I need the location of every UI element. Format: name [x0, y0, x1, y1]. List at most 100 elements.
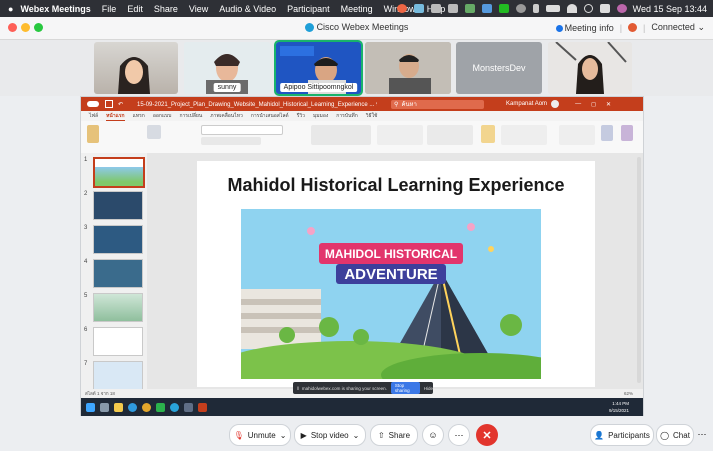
- slide-thumbnail[interactable]: [93, 361, 143, 390]
- menu-share[interactable]: Share: [154, 4, 178, 14]
- menu-file[interactable]: File: [102, 4, 117, 14]
- apple-icon[interactable]: ●: [8, 4, 13, 14]
- line-app-icon[interactable]: [156, 403, 165, 412]
- stop-video-button[interactable]: ▶ Stop video ⌄: [294, 424, 366, 446]
- close-icon[interactable]: ✕: [606, 101, 611, 108]
- participants-button[interactable]: 👤 Participants: [590, 424, 654, 446]
- ribbon-tab[interactable]: ไฟล์: [89, 112, 98, 120]
- autosave-toggle[interactable]: [87, 101, 99, 107]
- menu-audio-video[interactable]: Audio & Video: [219, 4, 276, 14]
- ppt-search-box[interactable]: ⚲ ค้นหา: [391, 99, 485, 109]
- ribbon-tab[interactable]: มุมมอง: [313, 112, 328, 120]
- slide-thumbnail[interactable]: [93, 327, 143, 356]
- zoom-level[interactable]: 62%: [624, 391, 633, 396]
- webex-assistant-icon[interactable]: [628, 23, 638, 32]
- menu-participant[interactable]: Participant: [287, 4, 330, 14]
- minimize-icon[interactable]: —: [575, 101, 581, 107]
- slide-thumbnail[interactable]: [93, 259, 143, 288]
- menu-meeting[interactable]: Meeting: [341, 4, 373, 14]
- clock-icon[interactable]: [515, 4, 526, 13]
- menu-view[interactable]: View: [189, 4, 208, 14]
- slide-thumbnail[interactable]: [93, 191, 143, 220]
- font-box[interactable]: [201, 125, 283, 135]
- meeting-controls: 🎙 Unmute ⌄ ▶ Stop video ⌄ ⇧ Share ☺ ⋯ ✕ 👤 Part…: [0, 416, 713, 451]
- ribbon-tab[interactable]: การนำเสนอสไลด์: [251, 112, 289, 120]
- slide-thumbnail[interactable]: [93, 293, 143, 322]
- reactions-button[interactable]: ☺: [422, 424, 444, 446]
- chat-button[interactable]: ◯ Chat: [656, 424, 694, 446]
- slide-thumbnail-selected[interactable]: [93, 157, 145, 188]
- participant-tile[interactable]: [94, 42, 178, 94]
- hide-share-bar-button[interactable]: Hide: [424, 386, 433, 391]
- slide-thumbnail[interactable]: [93, 225, 143, 254]
- webex-status-icon[interactable]: [413, 4, 424, 13]
- ppt-filename[interactable]: 15-09-2021_Project_Plan_Drawing_Website_…: [137, 99, 377, 109]
- record-icon[interactable]: [396, 4, 407, 13]
- arrange-icon[interactable]: [481, 125, 495, 143]
- current-slide[interactable]: Mahidol Historical Learning Experience M…: [197, 161, 595, 387]
- menu-clock[interactable]: Wed 15 Sep 13:44: [633, 4, 707, 14]
- ribbon-tab[interactable]: การเปลี่ยน: [179, 112, 202, 120]
- taskbar-clock[interactable]: 1:44 PM 9/15/2021: [609, 400, 629, 414]
- siri-icon[interactable]: [616, 4, 627, 13]
- ribbon-tab[interactable]: รีวิว: [297, 112, 305, 120]
- file-explorer-icon[interactable]: [114, 403, 123, 412]
- ppt-avatar[interactable]: [551, 100, 560, 108]
- text-direction-icon[interactable]: [377, 125, 423, 145]
- chrome-icon[interactable]: [142, 403, 151, 412]
- photos-icon[interactable]: [184, 403, 193, 412]
- participant-tile[interactable]: sunny: [184, 42, 270, 94]
- control-center-icon[interactable]: [599, 4, 610, 13]
- webex-taskbar-icon[interactable]: [170, 403, 179, 412]
- bluetooth-icon[interactable]: [532, 4, 539, 13]
- undo-icon[interactable]: ↶: [118, 101, 123, 108]
- ribbon-tab[interactable]: แทรก: [133, 112, 145, 120]
- dictate-icon[interactable]: [601, 125, 613, 141]
- bold-icon[interactable]: [201, 137, 261, 145]
- line-icon[interactable]: [498, 4, 509, 13]
- ribbon-tab[interactable]: ออกแบบ: [153, 112, 172, 120]
- shape-fill-icon[interactable]: [501, 125, 547, 145]
- shapes-icon[interactable]: [427, 125, 473, 145]
- participant-tile-active-speaker[interactable]: Apipoo Sittipoomngkol: [274, 40, 363, 96]
- ribbon-tab[interactable]: วิธีใช้: [366, 112, 378, 120]
- participant-tile-no-video[interactable]: MonstersDev: [456, 42, 542, 94]
- vertical-scrollbar[interactable]: [637, 157, 641, 383]
- battery-icon[interactable]: [545, 5, 560, 12]
- slide-editor[interactable]: Mahidol Historical Learning Experience M…: [147, 153, 643, 389]
- participant-tile[interactable]: [548, 42, 632, 94]
- powerpoint-taskbar-icon[interactable]: [198, 403, 207, 412]
- ribbon-tab-active[interactable]: หน้าแรก: [106, 112, 125, 121]
- more-options-button[interactable]: ⋯: [448, 424, 470, 446]
- chat-app-icon[interactable]: [481, 4, 492, 13]
- windows-start-icon[interactable]: [86, 403, 95, 412]
- camera-icon[interactable]: [447, 4, 458, 13]
- wifi-icon[interactable]: [566, 4, 577, 13]
- task-view-icon[interactable]: [100, 403, 109, 412]
- edge-icon[interactable]: [128, 403, 137, 412]
- menu-edit[interactable]: Edit: [127, 4, 143, 14]
- stop-sharing-button[interactable]: Stop sharing: [390, 382, 420, 394]
- find-icon[interactable]: [559, 125, 595, 145]
- new-slide-icon[interactable]: [147, 125, 161, 139]
- meeting-info-link[interactable]: Meeting info: [555, 23, 614, 33]
- overflow-button[interactable]: ⋯: [695, 424, 709, 444]
- shield-icon[interactable]: [464, 4, 475, 13]
- ppt-user-name[interactable]: Kampanat Aom: [506, 101, 547, 107]
- screen-icon[interactable]: [430, 4, 441, 13]
- shared-screen[interactable]: ↶ 15-09-2021_Project_Plan_Drawing_Websit…: [80, 96, 644, 418]
- ribbon-tab[interactable]: การบันทึก: [336, 112, 357, 120]
- designer-icon[interactable]: [621, 125, 633, 141]
- ribbon-tab[interactable]: ภาพเคลื่อนไหว: [210, 112, 243, 120]
- share-button[interactable]: ⇧ Share: [370, 424, 418, 446]
- unmute-button[interactable]: 🎙 Unmute ⌄: [229, 424, 291, 446]
- menu-app-name[interactable]: Webex Meetings: [20, 4, 90, 14]
- participant-tile[interactable]: [365, 42, 451, 94]
- end-meeting-button[interactable]: ✕: [476, 424, 498, 446]
- connection-status[interactable]: Connected ⌄: [651, 22, 705, 33]
- save-icon[interactable]: [105, 100, 113, 108]
- search-icon[interactable]: [583, 4, 593, 13]
- restore-icon[interactable]: ◻: [591, 101, 596, 108]
- paste-icon[interactable]: [87, 125, 99, 143]
- paragraph-icon[interactable]: [311, 125, 371, 145]
